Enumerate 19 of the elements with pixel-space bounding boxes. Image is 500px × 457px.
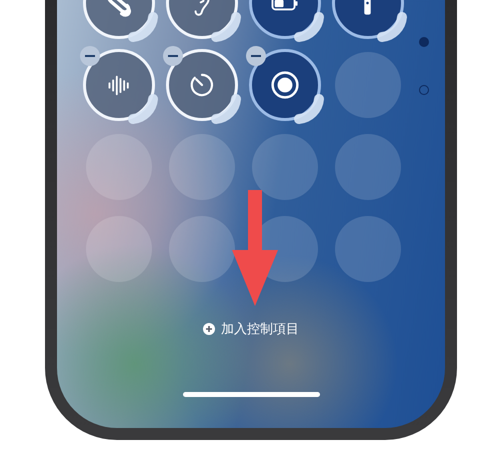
resize-handle[interactable] [126, 93, 158, 125]
arrow-icon [232, 190, 278, 306]
remove-badge[interactable] [80, 46, 100, 66]
add-control-label[interactable]: 加入控制項目 [221, 320, 299, 338]
record-icon [270, 71, 298, 99]
page-dot[interactable] [419, 37, 429, 47]
resize-handle[interactable] [292, 93, 324, 125]
timer-icon [188, 72, 214, 98]
plus-icon[interactable] [203, 323, 215, 335]
resize-handle[interactable] [210, 11, 242, 43]
page-dot[interactable] [419, 85, 429, 95]
resize-handle[interactable] [126, 11, 158, 43]
remove-badge[interactable] [246, 46, 266, 66]
resize-handle[interactable] [292, 11, 324, 43]
remove-badge[interactable] [162, 46, 182, 66]
resize-handle[interactable] [376, 11, 408, 43]
battery-icon [270, 0, 298, 10]
resize-handle[interactable] [210, 93, 242, 125]
waveform-icon [108, 74, 130, 96]
